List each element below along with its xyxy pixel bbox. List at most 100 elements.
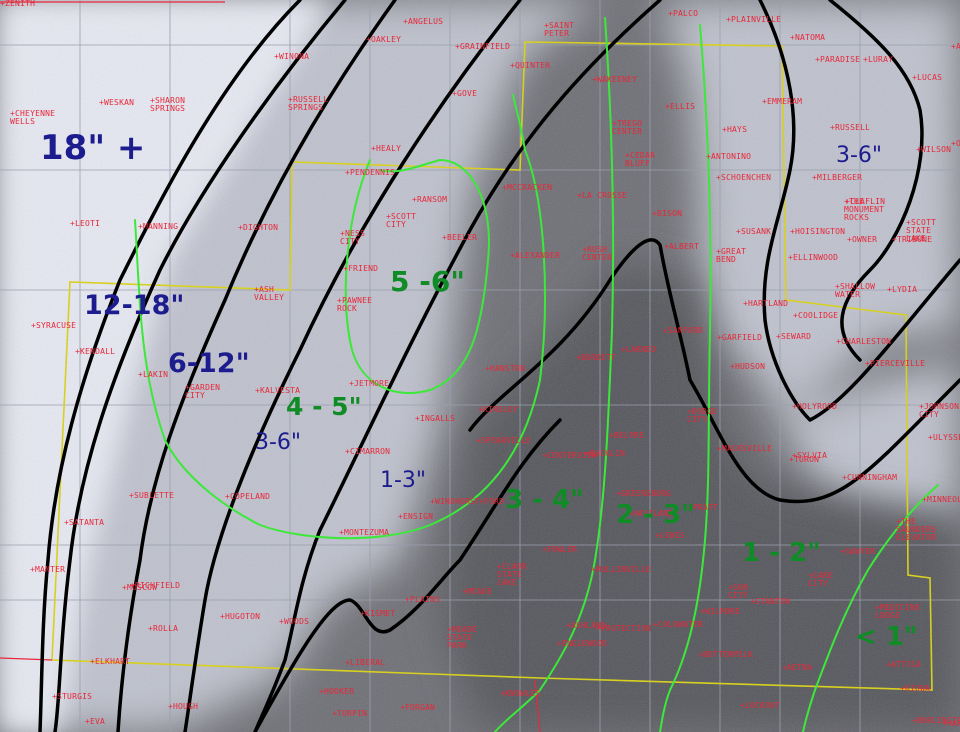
town-label: +HARTLAND <box>743 299 789 308</box>
town-label: +ELKHART <box>90 657 131 666</box>
town-label: +CHEYENNE WELLS <box>10 109 56 126</box>
town-label: +AETNA <box>782 663 813 672</box>
town-label: +FORGAN <box>400 703 436 712</box>
town-label: +WOODS <box>279 617 310 626</box>
town-label: +ZENITH <box>0 0 36 8</box>
observed-zone-label: 1-3" <box>380 468 427 493</box>
town-label: +WINONA <box>274 52 310 61</box>
town-label: +INGALLS <box>415 414 456 423</box>
town-label: +ASH VALLEY <box>254 285 285 302</box>
town-label: +OWNER <box>847 235 878 244</box>
town-label: +MEADE <box>462 587 493 596</box>
town-label: +CEDAR BLUFF <box>625 151 656 168</box>
town-label: +HOLYROOD <box>792 402 838 411</box>
town-label: +FOWLER <box>542 545 578 554</box>
town-label: +MINNEOLA <box>922 495 960 504</box>
town-label: +HUDSON <box>730 362 766 371</box>
town-label: +LIBERAL <box>345 658 386 667</box>
observed-zone-label: 18" + <box>40 128 146 168</box>
forecast-contour-4-5 <box>134 94 546 540</box>
town-label: +SANFORD <box>663 326 704 335</box>
observed-zone-label: 6-12" <box>168 348 250 379</box>
town-label: +LAKE CITY <box>808 571 834 588</box>
town-label: +JOHNSON CITY <box>919 402 960 419</box>
town-label: +ALEXANDER <box>510 251 561 260</box>
town-label: +LOCKOUT <box>740 701 781 710</box>
town-label: +BEELER <box>442 233 478 242</box>
town-label: +ENGLEWOOD <box>557 639 608 648</box>
town-label: +MEADE STATE PARK <box>447 625 478 650</box>
town-label: +GARFIELD <box>717 333 763 342</box>
town-label: +BISON <box>652 209 683 218</box>
town-label: +SCOTT CITY <box>386 212 417 229</box>
town-label: +BELPRE <box>609 431 645 440</box>
town-label: +ALTUS <box>951 42 960 51</box>
town-label: +STURGIS <box>52 692 93 701</box>
town-label: +CLAFLIN <box>845 197 886 206</box>
observed-zone-label: 3-6" <box>255 430 302 455</box>
town-label: +TREGO CENTER <box>612 119 643 136</box>
town-label: +GREENSBURG <box>616 489 672 498</box>
town-label: +MONTEZUMA <box>339 528 390 537</box>
town-label: +RUSSELL SPRINGS <box>288 95 329 112</box>
town-label: +ELLIS <box>665 102 696 111</box>
forecast-zone-label: < 1" <box>855 622 918 652</box>
town-label: +RUSSELL <box>830 123 871 132</box>
town-label: +MANNING <box>138 222 179 231</box>
town-label: +ANTONINO <box>706 152 752 161</box>
town-label: +CLARK STATE LAKE <box>497 562 528 587</box>
town-label: +SHARON SPRINGS <box>150 96 186 113</box>
town-label: +THE SAUNDERS ELEVATOR <box>896 517 937 542</box>
forecast-zone-label: 1 - 2" <box>742 538 821 568</box>
town-label: +MOSCOW <box>122 583 158 592</box>
town-label: +PAWNEE ROCK <box>337 296 373 313</box>
observed-zone-label: 3-6" <box>836 143 883 168</box>
town-label: +JETMORE <box>349 379 390 388</box>
forecast-zone-label: 2 - 3" <box>616 500 695 530</box>
town-label: +PLAINS <box>405 595 441 604</box>
town-label: +SCHOENCHEN <box>716 173 772 182</box>
town-label: +DODGE CITY <box>687 407 718 424</box>
town-label: +KENDALL <box>75 347 116 356</box>
town-label: +KNOWLES <box>500 689 541 698</box>
town-label: +WESKAN <box>99 98 135 107</box>
town-label: +HAYS <box>722 125 748 134</box>
town-label: +SUBLETTE <box>129 491 175 500</box>
town-label: +MULLINVILLE <box>591 565 652 574</box>
town-label: +COLDWATER <box>653 620 704 629</box>
town-label: +RUSH CENTER <box>582 245 613 262</box>
town-label: +PENDENNIS <box>345 168 396 177</box>
forecast-zone-label: 4 - 5" <box>286 392 362 421</box>
town-label: +LAKIN <box>138 370 169 379</box>
town-label: +TURPIN <box>332 709 368 718</box>
town-label: +LUCAS <box>912 73 943 82</box>
town-label: +SHALLOW WATER <box>835 282 876 299</box>
town-label: +PROTECTION <box>596 624 652 633</box>
town-label: +PALCO <box>668 9 699 18</box>
town-label: +LEOTI <box>70 219 101 228</box>
town-label: +TURON <box>789 455 820 464</box>
town-label: +WINDHORST <box>430 497 481 506</box>
town-label: +KINSLEY <box>478 405 519 414</box>
town-label: +NESS CITY <box>340 229 366 246</box>
town-label: +GOVE <box>452 89 478 98</box>
town-label: +TRIBUNE <box>892 235 933 244</box>
town-label: +GRAINFIELD <box>455 42 511 51</box>
town-label: +ALBERT <box>664 242 700 251</box>
snowfall-map: +ANGELUS +OAKLEY +GRAINFIELD +QUINTER +SAINT… <box>0 0 960 732</box>
forecast-contours <box>134 17 939 732</box>
town-label: +BURDETT <box>576 353 617 362</box>
town-label: +LEWIS <box>655 531 686 540</box>
town-label: +COOLIDGE <box>793 311 839 320</box>
town-label: +BUCKLIN <box>585 449 626 458</box>
town-label: +PLAINVILLE <box>726 15 782 24</box>
town-label: +KIOWA <box>900 684 931 693</box>
town-label: +HUGOTON <box>220 612 261 621</box>
town-label: +DIGHTON <box>238 223 279 232</box>
town-label: +PARADISE <box>815 55 861 64</box>
town-label: +WAKEENEY <box>592 75 638 84</box>
forecast-zone-label: 3 - 4" <box>505 485 584 515</box>
town-label: +BURLINGTON <box>912 716 960 725</box>
town-label: +MCCRACKEN <box>502 183 553 192</box>
town-label: +CUNNINGHAM <box>842 473 898 482</box>
